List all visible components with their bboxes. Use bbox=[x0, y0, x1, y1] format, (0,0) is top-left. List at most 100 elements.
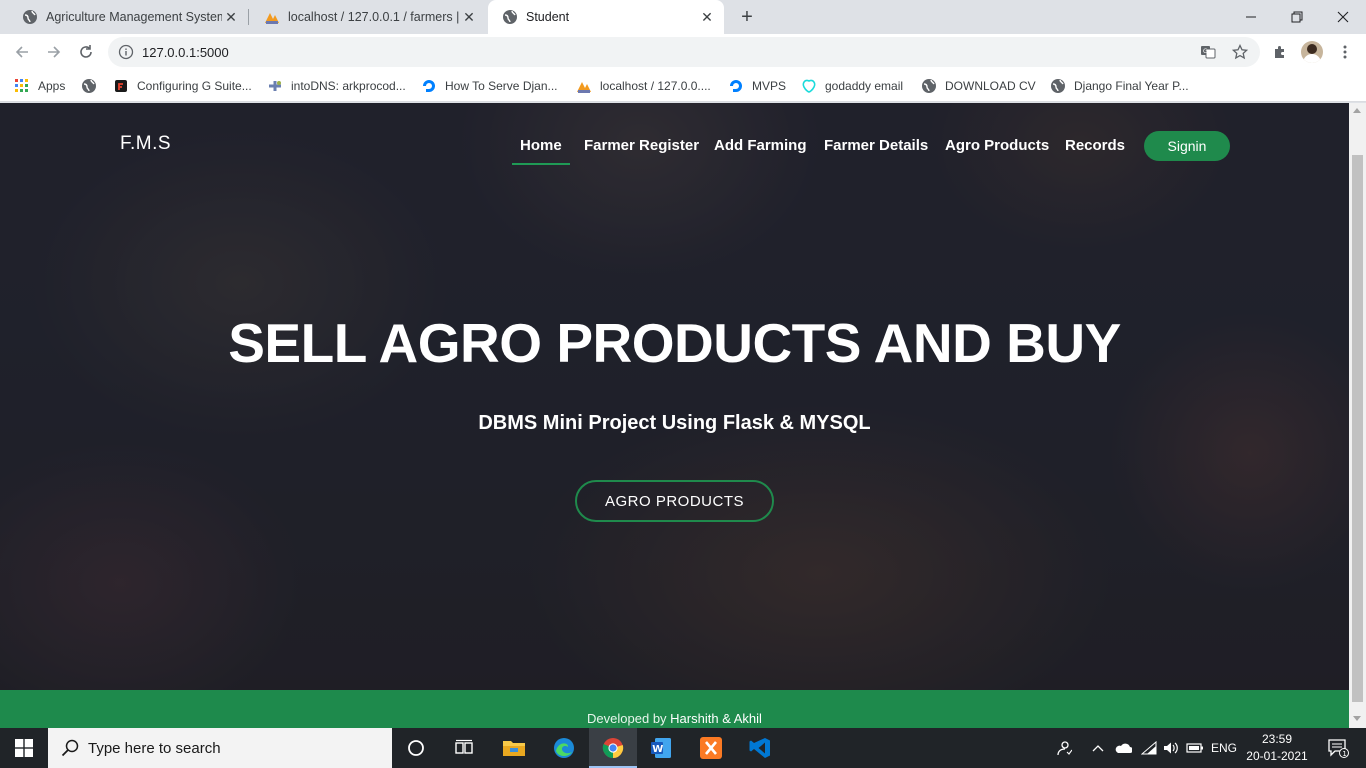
phpmyadmin-icon bbox=[576, 78, 592, 94]
bookmark-label: intoDNS: arkprocod... bbox=[291, 79, 406, 93]
page-viewport: F.M.S Home Farmer Register Add Farming F… bbox=[0, 103, 1349, 728]
windows-taskbar: Type here to search W ENG 23:59 20-01-20… bbox=[0, 728, 1366, 768]
notification-count: 1 bbox=[1342, 750, 1346, 758]
word-icon[interactable]: W bbox=[637, 728, 685, 768]
digitalocean-icon bbox=[421, 78, 437, 94]
edge-icon[interactable] bbox=[540, 728, 588, 768]
language-indicator[interactable]: ENG bbox=[1208, 728, 1240, 768]
profile-avatar[interactable] bbox=[1301, 41, 1323, 63]
clock[interactable]: 23:59 20-01-2021 bbox=[1244, 731, 1310, 765]
nav-home[interactable]: Home bbox=[512, 137, 570, 165]
hero-overlay bbox=[0, 103, 1349, 690]
footer-prefix: Developed by bbox=[587, 711, 667, 726]
menu-kebab-icon[interactable] bbox=[1331, 38, 1359, 66]
page-scrollbar[interactable] bbox=[1349, 103, 1366, 728]
bookmark-apps[interactable]: Apps bbox=[14, 76, 65, 96]
translate-icon[interactable]: G bbox=[1194, 38, 1222, 66]
scroll-up-icon[interactable] bbox=[1353, 108, 1361, 113]
chrome-icon[interactable] bbox=[589, 728, 637, 768]
signin-button[interactable]: Signin bbox=[1144, 131, 1230, 161]
bookmark-star-icon[interactable] bbox=[1226, 38, 1254, 66]
bookmark-label: MVPS bbox=[752, 79, 787, 93]
bookmark-download-cv[interactable]: DOWNLOAD CV bbox=[921, 76, 1036, 96]
globe-icon bbox=[1050, 78, 1066, 94]
agro-products-button[interactable]: AGRO PRODUCTS bbox=[575, 480, 774, 522]
tab-phpmyadmin[interactable]: localhost / 127.0.0.1 / farmers | p ✕ bbox=[250, 0, 486, 34]
forward-icon[interactable] bbox=[40, 38, 68, 66]
tab-title: localhost / 127.0.0.1 / farmers | p bbox=[288, 10, 460, 24]
page-footer: Developed by Harshith & Akhil bbox=[0, 690, 1349, 728]
scroll-down-icon[interactable] bbox=[1353, 716, 1361, 721]
tab-agriculture[interactable]: Agriculture Management System ✕ bbox=[8, 0, 248, 34]
cortana-icon[interactable] bbox=[392, 728, 440, 768]
tab-strip: Agriculture Management System ✕ localhos… bbox=[0, 0, 1366, 34]
hero-subheadline: DBMS Mini Project Using Flask & MYSQL bbox=[478, 412, 871, 434]
digitalocean-icon bbox=[728, 78, 744, 94]
nav-add-farming[interactable]: Add Farming bbox=[714, 137, 807, 154]
minimize-icon[interactable] bbox=[1228, 0, 1274, 34]
scroll-thumb[interactable] bbox=[1352, 155, 1363, 702]
bookmark-localhost[interactable]: localhost / 127.0.0.... bbox=[576, 76, 711, 96]
tab-student[interactable]: Student ✕ bbox=[488, 0, 724, 34]
svg-text:G: G bbox=[1203, 48, 1208, 55]
search-placeholder: Type here to search bbox=[88, 739, 221, 757]
new-tab-button[interactable]: + bbox=[736, 6, 758, 28]
globe-icon bbox=[921, 78, 937, 94]
address-bar[interactable]: 127.0.0.1:5000 bbox=[108, 37, 1260, 67]
tab-title: Student bbox=[526, 10, 570, 24]
volume-icon[interactable] bbox=[1160, 728, 1182, 768]
restore-icon[interactable] bbox=[1274, 0, 1320, 34]
nav-agro-products[interactable]: Agro Products bbox=[945, 137, 1049, 154]
globe-icon bbox=[81, 78, 97, 94]
nav-farmer-register[interactable]: Farmer Register bbox=[584, 137, 699, 154]
xampp-icon[interactable] bbox=[687, 728, 735, 768]
freshworks-icon bbox=[113, 78, 129, 94]
reload-icon[interactable] bbox=[72, 38, 100, 66]
bookmark-godaddy[interactable]: godaddy email bbox=[801, 76, 903, 96]
footer-names: Harshith & Akhil bbox=[670, 711, 762, 726]
people-icon[interactable] bbox=[1050, 728, 1078, 768]
bookmark-label: Configuring G Suite... bbox=[137, 79, 252, 93]
bookmark-django-final[interactable]: Django Final Year P... bbox=[1050, 76, 1189, 96]
browser-toolbar: 127.0.0.1:5000 G bbox=[0, 34, 1366, 70]
windows-start-icon[interactable] bbox=[0, 728, 48, 768]
close-tab-icon[interactable]: ✕ bbox=[222, 8, 240, 26]
notification-center-icon[interactable]: 1 bbox=[1318, 728, 1358, 768]
hero-headline: SELL AGRO PRODUCTS AND BUY bbox=[228, 312, 1121, 374]
bookmark-mvps[interactable]: MVPS bbox=[728, 76, 786, 96]
close-window-icon[interactable] bbox=[1320, 0, 1366, 34]
task-view-icon[interactable] bbox=[440, 728, 488, 768]
tab-title: Agriculture Management System bbox=[46, 10, 222, 24]
tab-separator bbox=[248, 9, 249, 25]
bookmark-gsuite[interactable]: Configuring G Suite... bbox=[113, 76, 252, 96]
clock-time: 23:59 bbox=[1261, 732, 1293, 746]
back-icon[interactable] bbox=[8, 38, 36, 66]
taskbar-search[interactable]: Type here to search bbox=[48, 728, 392, 768]
wifi-icon[interactable] bbox=[1138, 728, 1160, 768]
site-info-icon[interactable] bbox=[118, 44, 134, 65]
vscode-icon[interactable] bbox=[736, 728, 784, 768]
svg-text:W: W bbox=[652, 744, 663, 755]
footer-credit: Developed by Harshith & Akhil bbox=[0, 711, 1349, 726]
bookmark-intodns[interactable]: intoDNS: arkprocod... bbox=[267, 76, 406, 96]
godaddy-icon bbox=[801, 78, 817, 94]
nav-farmer-details[interactable]: Farmer Details bbox=[824, 137, 928, 154]
close-tab-icon[interactable]: ✕ bbox=[698, 8, 716, 26]
bookmark-django-serve[interactable]: How To Serve Djan... bbox=[421, 76, 558, 96]
bookmark-label: localhost / 127.0.0.... bbox=[600, 79, 711, 93]
onedrive-icon[interactable] bbox=[1112, 728, 1134, 768]
bookmark-globe[interactable] bbox=[81, 76, 105, 96]
search-icon bbox=[58, 739, 82, 757]
tray-expand-icon[interactable] bbox=[1088, 728, 1108, 768]
extensions-icon[interactable] bbox=[1266, 38, 1294, 66]
battery-icon[interactable] bbox=[1184, 728, 1206, 768]
close-tab-icon[interactable]: ✕ bbox=[460, 8, 478, 26]
bookmark-label: Apps bbox=[38, 79, 66, 93]
globe-icon bbox=[22, 9, 38, 25]
nav-records[interactable]: Records bbox=[1065, 137, 1125, 154]
intodns-icon bbox=[267, 78, 283, 94]
file-explorer-icon[interactable] bbox=[490, 728, 538, 768]
globe-icon bbox=[502, 9, 518, 25]
bookmark-label: How To Serve Djan... bbox=[445, 79, 558, 93]
clock-date: 20-01-2021 bbox=[1246, 749, 1308, 763]
